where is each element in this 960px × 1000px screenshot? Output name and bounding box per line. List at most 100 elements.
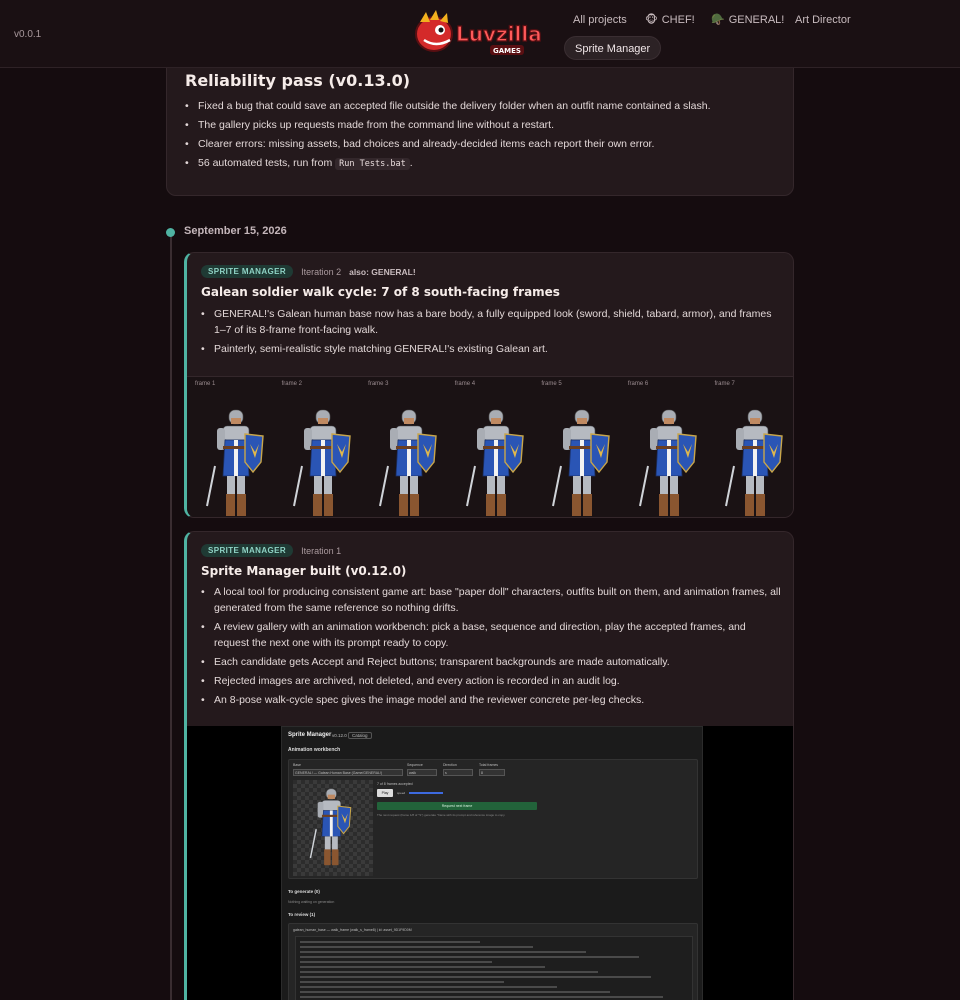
shot-base-label: Base xyxy=(293,763,301,767)
shot-direction-label: Direction xyxy=(443,763,457,767)
prompt-line xyxy=(300,941,480,943)
soldier-sprite xyxy=(638,409,697,516)
soldier-sprite xyxy=(465,409,524,516)
shot-review-panel: galean_human_base — walk_frame (walk_s_f… xyxy=(288,923,698,1000)
logo-graphic: Luvzilla GAMES xyxy=(415,10,542,55)
animation-frame: frame 4 xyxy=(447,377,534,517)
frame-strip: frame 1 frame 2 frame 3 frame 4 frame 5 … xyxy=(187,376,793,517)
soldier-sprite xyxy=(552,409,611,516)
frame-label: frame 3 xyxy=(368,381,389,387)
shot-to-review: To review (1) xyxy=(288,912,316,917)
animation-frame: frame 6 xyxy=(620,377,707,517)
prompt-line xyxy=(300,996,663,998)
entry-tags: SPRITE MANAGER Iteration 2 also: GENERAL… xyxy=(201,265,416,278)
shot-request-note: The next request (frame 1/8 of "S") gene… xyxy=(377,813,506,817)
timeline-dot xyxy=(166,228,175,237)
shot-play-button: Play xyxy=(377,789,393,797)
prompt-line xyxy=(300,956,639,958)
helmet-icon: 🪖 xyxy=(711,14,725,26)
shot-speed-label: speed xyxy=(397,791,406,795)
nav-art-director[interactable]: Art Director xyxy=(795,8,851,32)
prompt-line xyxy=(300,991,610,993)
chef-icon: 🐵 xyxy=(645,14,658,26)
luvzilla-logo[interactable]: Luvzilla GAMES xyxy=(410,8,552,60)
shot-base-select: GENERAL! — Galean Human Base (Game/GENER… xyxy=(293,769,403,776)
shot-workbench-title: Animation workbench xyxy=(288,747,341,753)
nav-general[interactable]: 🪖 GENERAL! xyxy=(711,8,784,32)
prompt-line xyxy=(300,981,504,983)
shot-prompt-text xyxy=(295,936,693,1000)
animation-frame: frame 7 xyxy=(706,377,793,517)
list-item: A review gallery with an animation workb… xyxy=(201,619,781,651)
soldier-sprite xyxy=(725,409,784,516)
list-item: Rejected images are archived, not delete… xyxy=(201,673,781,689)
entry-bullets: GENERAL!'s Galean human base now has a b… xyxy=(201,306,781,360)
soldier-sprite xyxy=(309,788,352,866)
prompt-line xyxy=(300,986,557,988)
prompt-line xyxy=(300,946,533,948)
iteration-label: Iteration 2 xyxy=(301,266,342,277)
prompt-line xyxy=(300,961,492,963)
list-item: An 8-pose walk-cycle spec gives the imag… xyxy=(201,692,781,708)
shot-review-item: galean_human_base — walk_frame (walk_s_f… xyxy=(293,928,412,932)
release-card: Reliability pass (v0.13.0) Fixed a bug t… xyxy=(166,56,794,196)
prompt-line xyxy=(300,971,598,973)
release-bullets: Fixed a bug that could save an accepted … xyxy=(185,98,775,175)
shot-total-label: Total frames xyxy=(479,763,499,767)
also-label[interactable]: also: GENERAL! xyxy=(349,267,416,277)
list-item: Each candidate gets Accept and Reject bu… xyxy=(201,654,781,670)
shot-to-generate-note: Nothing waiting on generation xyxy=(288,900,335,904)
entry-tags: SPRITE MANAGER Iteration 1 xyxy=(201,544,341,557)
prompt-line xyxy=(300,951,586,953)
animation-frame: frame 1 xyxy=(187,377,274,517)
shot-app-version: v0.12.0 xyxy=(332,733,347,738)
frame-label: frame 7 xyxy=(714,381,735,387)
list-item: 56 automated tests, run from Run Tests.b… xyxy=(185,155,775,172)
soldier-sprite xyxy=(292,409,351,516)
entry-card-iteration-2: SPRITE MANAGER Iteration 2 also: GENERAL… xyxy=(184,252,794,518)
animation-frame: frame 5 xyxy=(533,377,620,517)
app-version: v0.0.1 xyxy=(14,29,42,40)
shot-to-generate: To generate (0) xyxy=(288,889,320,894)
nav-sprite-manager[interactable]: Sprite Manager xyxy=(564,36,662,60)
frame-label: frame 1 xyxy=(195,381,216,387)
screenshot-area: Sprite Manager v0.12.0 Catalog Animation… xyxy=(187,726,793,1000)
shot-request-button: Request next frame xyxy=(377,802,537,810)
animation-frame: frame 2 xyxy=(274,377,361,517)
shot-app-title: Sprite Manager xyxy=(288,732,332,738)
animation-frame: frame 3 xyxy=(360,377,447,517)
shot-direction-input: s xyxy=(443,769,473,776)
entry-title: Sprite Manager built (v0.12.0) xyxy=(201,564,407,578)
shot-speed-slider xyxy=(409,792,443,794)
shot-sequence-input: walk xyxy=(407,769,437,776)
list-item: The gallery picks up requests made from … xyxy=(185,117,775,133)
shot-sequence-label: Sequence xyxy=(407,763,423,767)
soldier-sprite xyxy=(379,409,437,516)
timeline-date: September 15, 2026 xyxy=(184,225,287,237)
shot-workbench-panel: Base GENERAL! — Galean Human Base (Game/… xyxy=(288,759,698,879)
svg-text:Luvzilla: Luvzilla xyxy=(456,22,542,46)
shot-total-input: 8 xyxy=(479,769,505,776)
svg-text:GAMES: GAMES xyxy=(493,47,521,55)
shot-catalog-button: Catalog xyxy=(348,732,372,739)
project-badge[interactable]: SPRITE MANAGER xyxy=(201,265,294,278)
frame-label: frame 2 xyxy=(281,381,302,387)
nav-chef[interactable]: 🐵 CHEF! xyxy=(645,8,695,32)
top-header: v0.0.1 Luvzilla GAMES All projects 🐵 CHEF… xyxy=(0,0,960,68)
frame-label: frame 4 xyxy=(454,381,476,387)
release-title: Reliability pass (v0.13.0) xyxy=(185,71,411,90)
list-item: A local tool for producing consistent ga… xyxy=(201,584,781,616)
frame-label: frame 6 xyxy=(627,381,649,387)
frame-label: frame 5 xyxy=(541,381,562,387)
soldier-sprite xyxy=(206,409,264,516)
entry-card-iteration-1: SPRITE MANAGER Iteration 1 Sprite Manage… xyxy=(184,531,794,1000)
entry-title: Galean soldier walk cycle: 7 of 8 south-… xyxy=(201,285,560,299)
entry-bullets: A local tool for producing consistent ga… xyxy=(201,584,781,711)
shot-accepted-count: 7 of 8 frames accepted xyxy=(377,782,413,786)
prompt-line xyxy=(300,976,651,978)
nav-all-projects[interactable]: All projects xyxy=(573,8,627,32)
prompt-line xyxy=(300,966,545,968)
list-item: Painterly, semi-realistic style matching… xyxy=(201,341,781,357)
project-badge[interactable]: SPRITE MANAGER xyxy=(201,544,294,557)
shot-preview-canvas xyxy=(293,780,373,876)
